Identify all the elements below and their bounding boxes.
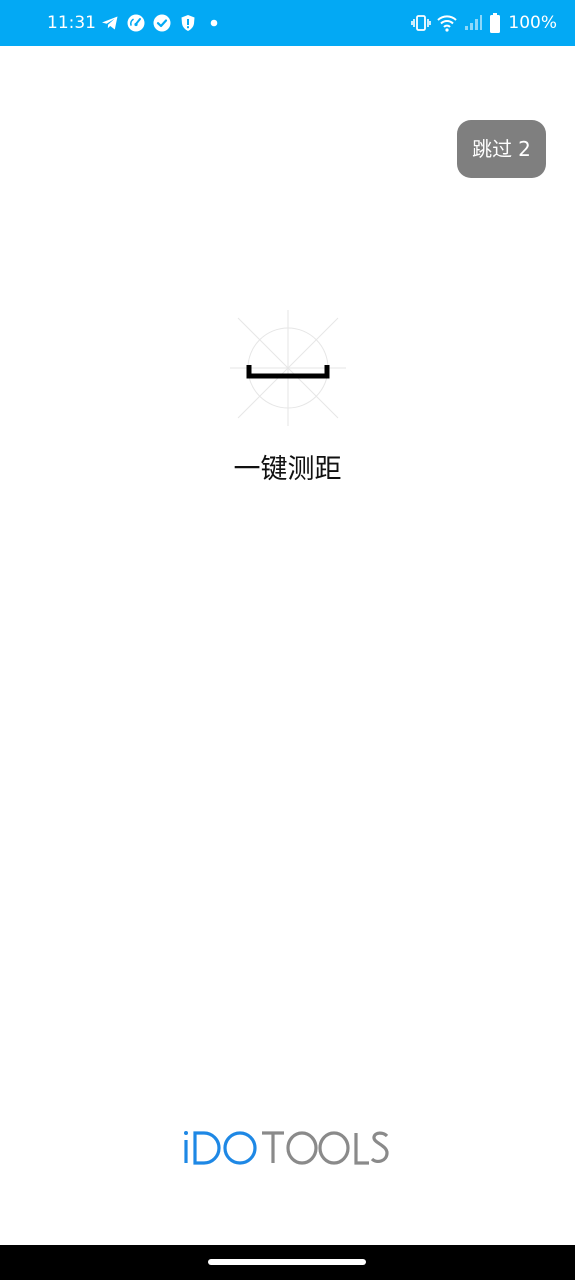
speedometer-icon: [127, 14, 145, 32]
battery-percentage: 100%: [508, 13, 557, 33]
measure-distance-icon: [230, 310, 346, 426]
dot-icon: [210, 19, 218, 27]
cell-signal-icon: [465, 15, 483, 30]
skip-countdown: 2: [518, 137, 531, 161]
telegram-icon: [102, 16, 118, 30]
system-icons: 100%: [411, 12, 557, 34]
idotools-logo: [184, 1131, 389, 1165]
vibrate-icon: [411, 15, 432, 31]
notification-icons: [101, 14, 223, 32]
wifi-icon: [437, 15, 458, 32]
skip-button-label: 跳过: [472, 137, 513, 161]
home-indicator[interactable]: [208, 1259, 366, 1265]
status-bar: 11:31 100%: [0, 0, 575, 46]
status-time: 11:31: [47, 13, 96, 33]
skip-button[interactable]: 跳过 2: [457, 120, 546, 178]
shield-alert-icon: [181, 15, 195, 31]
feature-title: 一键测距: [233, 454, 342, 485]
battery-icon: [490, 13, 501, 33]
check-circle-icon: [153, 14, 171, 32]
navigation-bar: [0, 1245, 575, 1280]
